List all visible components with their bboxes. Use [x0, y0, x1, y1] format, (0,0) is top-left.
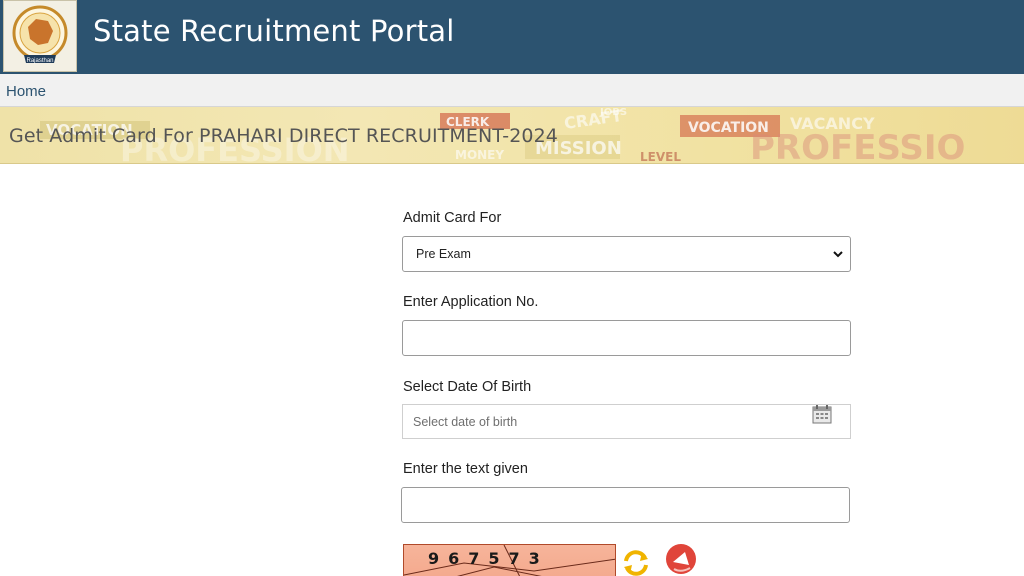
audio-icon[interactable]: [664, 543, 698, 576]
page-title: State Recruitment Portal: [93, 14, 455, 48]
calendar-icon[interactable]: [812, 405, 832, 424]
banner-word: LEVEL: [640, 150, 681, 164]
captcha-text: 967573: [428, 549, 549, 568]
admit-card-selected-value: Pre Exam: [416, 247, 471, 261]
application-no-label: Enter Application No.: [403, 294, 539, 310]
banner-word: JOBS: [599, 107, 627, 118]
admit-card-for-label: Admit Card For: [403, 210, 502, 226]
banner-word: MONEY: [455, 148, 504, 162]
emblem-icon: Rajasthan: [12, 5, 68, 64]
dob-label: Select Date Of Birth: [403, 379, 532, 395]
title-banner: VOCATION CLERK CRAFT MISSION VOCATION VA…: [0, 107, 1024, 164]
admit-card-heading: Get Admit Card For PRAHARI DIRECT RECRUI…: [9, 125, 558, 147]
admit-card-select[interactable]: Pre Exam: [402, 236, 851, 272]
logo-caption: Rajasthan: [26, 58, 53, 64]
banner-word: PROFESSIO: [750, 128, 965, 164]
captcha-image: 967573: [403, 544, 616, 576]
nav-bar: Home: [0, 74, 1024, 107]
portal-logo[interactable]: Rajasthan: [3, 0, 77, 72]
chevron-down-icon: [833, 251, 843, 258]
dob-input[interactable]: [402, 404, 851, 439]
refresh-icon[interactable]: [621, 549, 651, 576]
application-no-input[interactable]: [402, 320, 851, 356]
captcha-label: Enter the text given: [403, 461, 528, 477]
header-bar: Rajasthan State Recruitment Portal: [0, 0, 1024, 74]
nav-home-link[interactable]: Home: [6, 83, 46, 100]
captcha-input[interactable]: [401, 487, 850, 523]
